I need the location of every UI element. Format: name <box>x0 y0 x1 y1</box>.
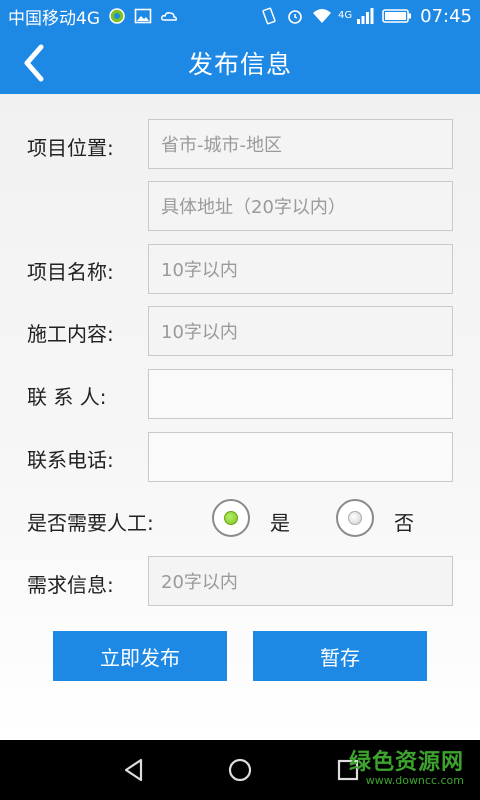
triangle-back-icon <box>124 758 143 782</box>
radio-unselected-dot <box>348 511 362 525</box>
nav-home-button[interactable] <box>224 754 256 786</box>
project-name-input[interactable]: 10字以内 <box>148 244 453 294</box>
page-title: 发布信息 <box>187 50 292 79</box>
back-button[interactable] <box>10 40 56 86</box>
work-label: 施工内容: <box>27 322 114 346</box>
location-label: 项目位置: <box>27 136 114 160</box>
title-bar: 发布信息 <box>0 32 480 94</box>
publish-button[interactable]: 立即发布 <box>53 631 227 681</box>
globe-icon <box>108 7 126 25</box>
back-arrow-icon <box>24 44 44 82</box>
labor-yes-label[interactable]: 是 <box>270 507 290 536</box>
wifi-icon <box>312 7 331 25</box>
weather-icon <box>160 7 178 25</box>
name-label: 项目名称: <box>27 260 114 284</box>
labor-yes-radio[interactable] <box>212 499 250 537</box>
circle-home-icon <box>228 758 252 782</box>
location-select[interactable]: 省市-城市-地区 <box>148 119 453 169</box>
labor-no-label[interactable]: 否 <box>394 507 414 536</box>
status-bar: 中国移动4G 4G 07:45 <box>0 0 480 32</box>
battery-icon <box>382 7 412 25</box>
demand-input[interactable]: 20字以内 <box>148 556 453 606</box>
nav-back-button[interactable] <box>118 754 150 786</box>
signal-icon <box>356 7 374 25</box>
vibrate-icon <box>260 7 278 25</box>
carrier-text: 中国移动4G <box>8 8 100 29</box>
phone-input[interactable] <box>148 432 453 482</box>
phone-label: 联系电话: <box>27 448 114 472</box>
contact-label: 联 系 人: <box>27 385 107 409</box>
watermark-main: 绿色资源网 <box>348 750 464 775</box>
labor-label: 是否需要人工: <box>27 511 154 535</box>
watermark-url: www.downcc.com <box>365 774 464 787</box>
contact-input[interactable] <box>148 369 453 419</box>
network-type: 4G <box>338 9 353 21</box>
demand-label: 需求信息: <box>27 573 114 597</box>
labor-no-radio[interactable] <box>336 499 374 537</box>
watermark: 绿色资源网 www.downcc.com <box>349 744 464 787</box>
save-draft-button[interactable]: 暂存 <box>253 631 427 681</box>
radio-selected-dot <box>224 511 238 525</box>
alarm-icon <box>286 7 304 25</box>
image-icon <box>134 7 152 25</box>
address-input[interactable]: 具体地址（20字以内） <box>148 181 453 231</box>
clock: 07:45 <box>420 5 472 27</box>
work-content-input[interactable]: 10字以内 <box>148 306 453 356</box>
